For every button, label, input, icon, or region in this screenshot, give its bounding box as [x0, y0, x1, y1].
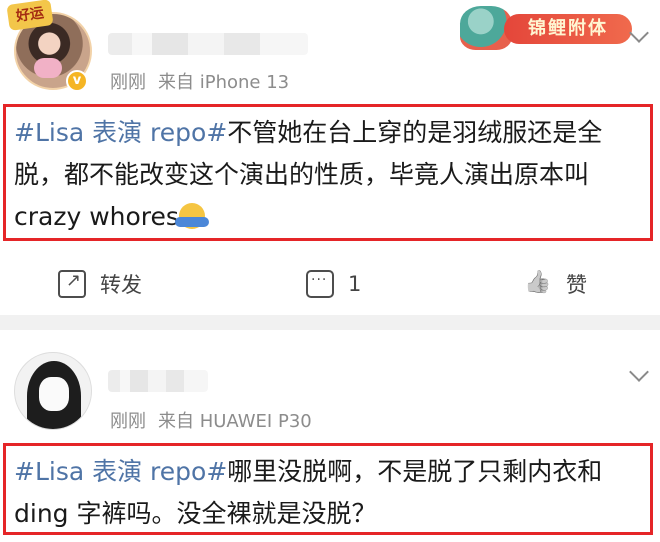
post-time: 刚刚	[110, 72, 146, 93]
highlight-box	[3, 443, 653, 535]
lucky-card-decoration[interactable]: 锦鲤附体	[460, 4, 632, 50]
post-source: 来自 HUAWEI P30	[158, 411, 312, 432]
like-icon	[524, 270, 552, 298]
avatar[interactable]	[14, 352, 92, 430]
post-meta: 刚刚 来自 iPhone 13	[110, 68, 289, 94]
chevron-down-icon[interactable]	[629, 23, 649, 43]
like-label: 赞	[566, 273, 587, 297]
avatar-image-detail	[34, 58, 62, 78]
repost-icon	[58, 270, 86, 298]
comment-button[interactable]: 1	[306, 262, 361, 306]
avatar-image-detail	[39, 377, 69, 411]
username-redacted[interactable]	[108, 33, 308, 55]
repost-button[interactable]: 转发	[58, 262, 142, 306]
username-redacted[interactable]	[108, 370, 208, 392]
comment-count: 1	[348, 272, 362, 296]
post-source: 来自 iPhone 13	[158, 72, 290, 93]
lucky-card-label: 锦鲤附体	[504, 14, 632, 44]
highlight-box	[3, 104, 653, 241]
action-bar: 转发 1 赞	[0, 262, 660, 306]
post-separator	[0, 315, 660, 330]
repost-label: 转发	[100, 273, 142, 297]
post-meta: 刚刚 来自 HUAWEI P30	[110, 407, 312, 433]
comment-icon	[306, 270, 334, 298]
like-button[interactable]: 赞	[524, 262, 587, 306]
post-time: 刚刚	[110, 411, 146, 432]
verified-icon: v	[66, 70, 88, 92]
